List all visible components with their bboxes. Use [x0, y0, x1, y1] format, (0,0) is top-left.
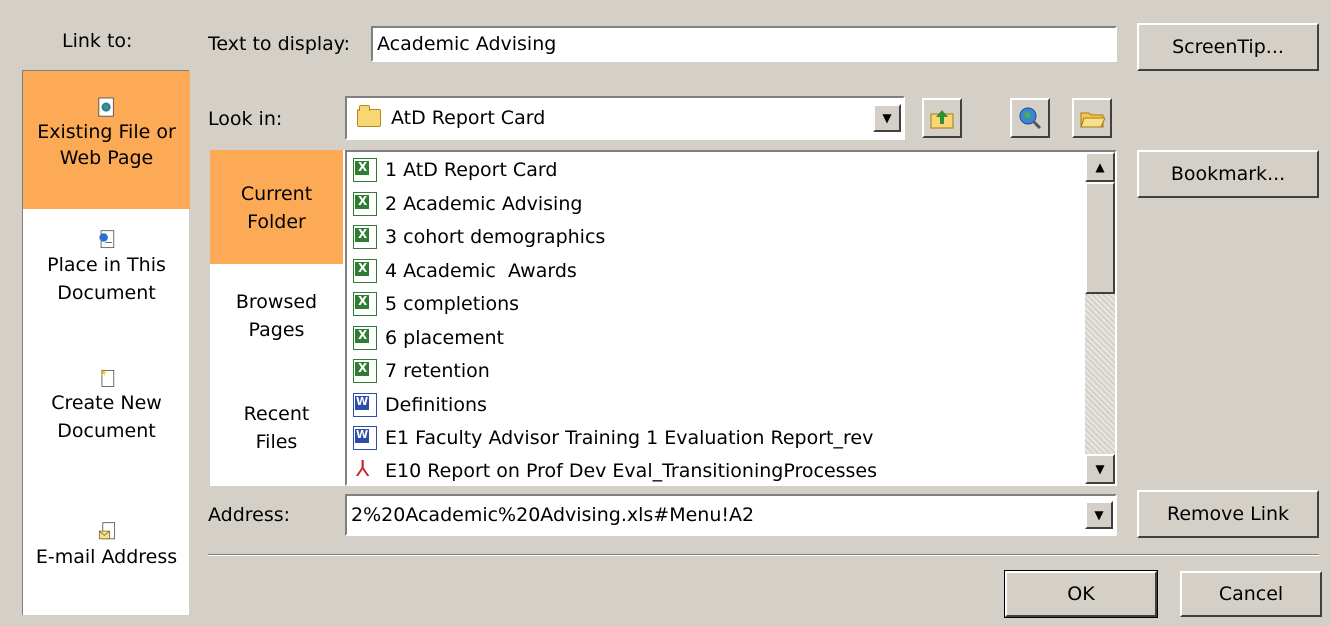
file-name: Definitions — [385, 394, 487, 416]
tab-recent-files-line1: Recent — [243, 403, 310, 425]
screentip-button-label: ScreenTip... — [1172, 36, 1284, 58]
file-name: E1 Faculty Advisor Training 1 Evaluation… — [385, 427, 874, 449]
excel-file-icon — [353, 359, 377, 383]
link-type-existing-file[interactable]: Existing File or Web Page — [23, 71, 190, 209]
file-name: 3 cohort demographics — [385, 226, 606, 248]
scroll-up-button[interactable]: ▲ — [1085, 152, 1115, 182]
file-name: 5 completions — [385, 293, 520, 315]
address-label: Address: — [208, 504, 291, 526]
folder-tabs: Current Folder Browsed Pages Recent File… — [210, 150, 345, 486]
chevron-down-icon: ▼ — [882, 111, 892, 125]
file-name: 2 Academic Advising — [385, 193, 583, 215]
word-file-icon — [353, 426, 377, 450]
file-name: 4 Academic Awards — [385, 260, 577, 282]
link-type-email-line1: E-mail Address — [35, 546, 178, 568]
arrow-down-icon: ▼ — [1095, 462, 1105, 476]
text-to-display-input[interactable]: Academic Advising — [371, 26, 1117, 62]
scroll-thumb[interactable] — [1085, 182, 1115, 294]
link-type-place-line1: Place in This — [47, 254, 166, 276]
tab-recent-files[interactable]: Recent Files — [210, 400, 343, 470]
look-in-select[interactable]: AtD Report Card — [345, 96, 905, 140]
tab-browsed-pages-line2: Pages — [248, 319, 305, 341]
link-type-panel: Existing File or Web Page Place in This … — [22, 70, 190, 615]
excel-file-icon — [353, 158, 377, 182]
up-one-folder-button[interactable] — [922, 98, 962, 138]
cancel-button[interactable]: Cancel — [1180, 571, 1322, 617]
list-item[interactable]: 2 Academic Advising — [353, 188, 582, 220]
link-type-existing-line2: Web Page — [59, 147, 154, 169]
tab-recent-files-line2: Files — [255, 431, 298, 453]
arrow-up-icon: ▲ — [1095, 160, 1105, 174]
bookmark-button-label: Bookmark... — [1170, 163, 1286, 185]
text-to-display-label: Text to display: — [208, 33, 351, 55]
link-type-existing-line1: Existing File or — [37, 121, 176, 143]
list-item[interactable]: 1 AtD Report Card — [353, 154, 557, 186]
link-type-create-new-document[interactable]: Create New Document — [23, 367, 190, 487]
link-to-label: Link to: — [62, 30, 133, 52]
remove-link-button-label: Remove Link — [1166, 503, 1290, 525]
bookmark-button[interactable]: Bookmark... — [1137, 150, 1319, 198]
file-name: 7 retention — [385, 360, 490, 382]
document-place-icon — [98, 230, 114, 249]
list-item[interactable]: E10 Report on Prof Dev Eval_Transitionin… — [353, 455, 878, 484]
link-type-place-line2: Document — [57, 282, 156, 304]
browse-web-icon — [1019, 107, 1042, 130]
excel-file-icon — [353, 292, 377, 316]
folder-icon — [357, 105, 381, 127]
divider — [208, 554, 1319, 556]
ok-button[interactable]: OK — [1004, 570, 1158, 618]
browse-file-button[interactable] — [1072, 98, 1112, 138]
look-in-label: Look in: — [208, 108, 283, 130]
remove-link-button[interactable]: Remove Link — [1137, 490, 1319, 538]
web-page-icon — [97, 97, 114, 117]
pdf-file-icon — [353, 457, 377, 483]
address-dropdown-button[interactable]: ▼ — [1085, 501, 1113, 529]
list-item[interactable]: E1 Faculty Advisor Training 1 Evaluation… — [353, 422, 873, 454]
vertical-scrollbar[interactable]: ▲ ▼ — [1085, 152, 1115, 484]
list-item[interactable]: 5 completions — [353, 288, 519, 320]
link-type-create-line2: Document — [57, 420, 156, 442]
excel-file-icon — [353, 326, 377, 350]
link-type-create-line1: Create New — [51, 392, 162, 414]
list-item[interactable]: 7 retention — [353, 355, 490, 387]
new-document-icon — [98, 368, 114, 387]
tab-current-folder[interactable]: Current Folder — [210, 150, 343, 264]
list-item[interactable]: 6 placement — [353, 322, 504, 354]
tab-browsed-pages[interactable]: Browsed Pages — [210, 288, 343, 358]
ok-button-label: OK — [1067, 583, 1095, 605]
scroll-down-button[interactable]: ▼ — [1085, 454, 1115, 484]
chevron-down-icon: ▼ — [1094, 508, 1104, 522]
look-in-value: AtD Report Card — [391, 107, 546, 129]
file-name: 1 AtD Report Card — [385, 159, 558, 181]
list-item[interactable]: Definitions — [353, 389, 487, 421]
excel-file-icon — [353, 192, 377, 216]
address-input[interactable]: 2%20Academic%20Advising.xls#Menu!A2 — [345, 494, 1117, 536]
list-item[interactable]: 3 cohort demographics — [353, 221, 605, 253]
excel-file-icon — [353, 225, 377, 249]
tab-current-folder-line1: Current — [240, 183, 313, 205]
screentip-button[interactable]: ScreenTip... — [1137, 23, 1319, 71]
email-icon — [98, 522, 115, 540]
browse-web-button[interactable] — [1010, 98, 1050, 138]
file-name: E10 Report on Prof Dev Eval_Transitionin… — [385, 460, 878, 482]
word-file-icon — [353, 393, 377, 417]
address-value: 2%20Academic%20Advising.xls#Menu!A2 — [351, 504, 755, 526]
list-item[interactable]: 4 Academic Awards — [353, 255, 577, 287]
look-in-dropdown-button[interactable]: ▼ — [873, 104, 901, 132]
file-list[interactable]: 1 AtD Report Card 2 Academic Advising 3 … — [345, 150, 1117, 486]
link-type-place-in-document[interactable]: Place in This Document — [23, 229, 190, 349]
up-one-folder-icon — [930, 110, 954, 129]
link-type-email-address[interactable]: E-mail Address — [23, 521, 190, 611]
tab-browsed-pages-line1: Browsed — [235, 291, 318, 313]
browse-file-icon — [1080, 112, 1105, 128]
file-name: 6 placement — [385, 327, 504, 349]
excel-file-icon — [353, 259, 377, 283]
cancel-button-label: Cancel — [1218, 583, 1284, 605]
tab-current-folder-line2: Folder — [247, 211, 306, 233]
